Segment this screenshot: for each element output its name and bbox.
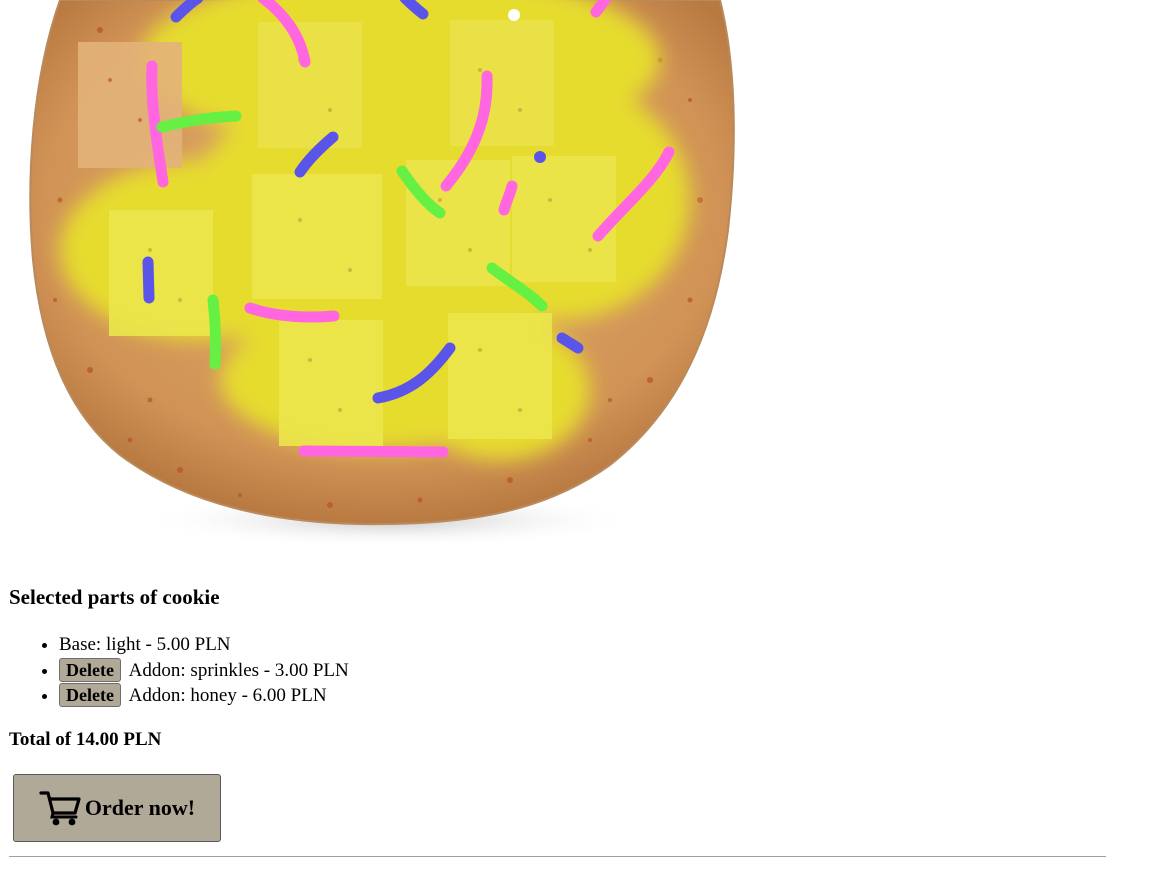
selected-parts-heading: Selected parts of cookie bbox=[9, 585, 220, 609]
list-item-honey: Delete Addon: honey - 6.00 PLN bbox=[59, 683, 349, 709]
cookie-preview bbox=[0, 0, 760, 560]
delete-sprinkles-button[interactable]: Delete bbox=[59, 657, 121, 682]
part-label: Addon: sprinkles - 3.00 PLN bbox=[128, 659, 349, 681]
cookie-image bbox=[29, 0, 735, 548]
cart-icon bbox=[39, 789, 81, 827]
order-total: Total of 14.00 PLN bbox=[9, 729, 162, 750]
part-label: Base: light - 5.00 PLN bbox=[59, 634, 231, 655]
part-label: Addon: honey - 6.00 PLN bbox=[128, 685, 327, 706]
divider bbox=[9, 856, 1106, 857]
list-item-base: Base: light - 5.00 PLN bbox=[59, 633, 349, 658]
order-now-label: Order now! bbox=[84, 795, 196, 820]
list-item-sprinkles: Delete Addon: sprinkles - 3.00 PLN bbox=[59, 657, 349, 684]
cookie-builder-page: Selected parts of cookie Base: light - 5… bbox=[0, 0, 1155, 877]
delete-honey-button[interactable]: Delete bbox=[59, 683, 121, 707]
order-now-button[interactable]: Order now! bbox=[13, 774, 221, 842]
selected-parts-list: Base: light - 5.00 PLN Delete Addon: spr… bbox=[59, 633, 349, 709]
